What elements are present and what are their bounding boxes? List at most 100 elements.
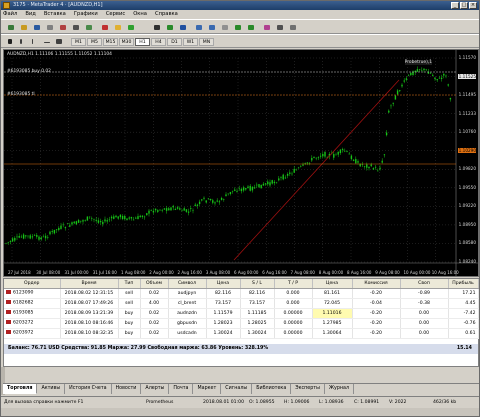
- col-price[interactable]: Цена: [312, 279, 353, 289]
- table-row[interactable]: 6193085 2018.08.09 13:21:39 buy 0.02 audnzdn…: [4, 308, 479, 319]
- metaeditor-icon[interactable]: [112, 22, 123, 32]
- table-row[interactable]: 6182682 2018.08.07 17:49:26 sell 4.00 cl_bre…: [4, 298, 479, 309]
- candle-body: [425, 69, 427, 71]
- menu-charts[interactable]: Графики: [74, 10, 98, 19]
- bar-chart-icon[interactable]: [151, 22, 162, 32]
- zoom-in-icon[interactable]: [193, 22, 204, 32]
- candle-body: [335, 154, 337, 156]
- candle-body: [168, 208, 170, 211]
- candle-body: [214, 202, 216, 204]
- col-symbol[interactable]: Символ: [168, 279, 207, 289]
- candle-body: [187, 211, 190, 213]
- candle-body: [25, 235, 27, 237]
- maximize-button[interactable]: □: [460, 2, 468, 9]
- tab-mailbox[interactable]: Почта: [169, 384, 194, 394]
- time-tick-label: 10 Aug 00:00: [403, 270, 431, 275]
- timeframe-h4[interactable]: H4: [151, 38, 166, 46]
- periods-icon[interactable]: [274, 22, 285, 32]
- col-sl[interactable]: S / L: [240, 279, 275, 289]
- zoom-out-icon[interactable]: [206, 22, 217, 32]
- col-type[interactable]: Тип: [118, 279, 141, 289]
- candle-body: [280, 177, 282, 178]
- candle-body: [229, 191, 232, 195]
- close-button[interactable]: ×: [469, 2, 477, 9]
- col-tp[interactable]: T / P: [274, 279, 313, 289]
- timeframe-mn[interactable]: MN: [199, 38, 214, 46]
- autotrading-icon[interactable]: [125, 22, 136, 32]
- price-tick-label: 1.10760: [458, 129, 476, 135]
- new-chart-icon[interactable]: [5, 22, 16, 32]
- candle-body: [198, 201, 201, 204]
- tab-exposure[interactable]: Активы: [37, 384, 66, 394]
- col-volume[interactable]: Объем: [140, 279, 169, 289]
- status-close: C: 1.08991: [354, 400, 380, 405]
- chart-canvas[interactable]: [4, 50, 478, 276]
- table-cell: 0.000: [274, 298, 313, 309]
- tab-news[interactable]: Новости: [112, 384, 142, 394]
- menu-insert[interactable]: Вставка: [44, 10, 66, 19]
- profiles-icon[interactable]: [18, 22, 29, 32]
- price-tick-label: 1.09820: [458, 166, 476, 172]
- crosshair-icon[interactable]: [17, 36, 28, 46]
- tab-library[interactable]: Библиотека: [252, 384, 292, 394]
- menu-help[interactable]: Справка: [155, 10, 178, 19]
- candle-body: [220, 197, 223, 200]
- candle-body: [110, 216, 113, 219]
- timeframe-m1[interactable]: M1: [71, 38, 86, 46]
- candle-body: [139, 215, 141, 218]
- candle-body: [170, 207, 172, 211]
- table-row[interactable]: 6203972 2018.08.10 08:32:35 buy 0.02 usdcadn…: [4, 328, 479, 339]
- col-time[interactable]: Время: [60, 279, 119, 289]
- timeframe-m15[interactable]: M15: [103, 38, 118, 46]
- table-row[interactable]: 6123090 2018.08.02 12:31:15 sell 0.02 audjpy…: [4, 288, 479, 299]
- order-id: 6123090: [13, 290, 34, 296]
- time-tick-label: 6 Aug 16:00: [262, 270, 287, 275]
- col-profit[interactable]: Прибыль: [448, 279, 479, 289]
- balance-summary-row[interactable]: Баланс: 76.71 USD Средства: 91.85 Маржа:…: [4, 344, 478, 354]
- indicators-icon[interactable]: [261, 22, 272, 32]
- vertical-line-icon[interactable]: [29, 36, 40, 46]
- tester-icon[interactable]: [83, 22, 94, 32]
- data-window-icon[interactable]: [44, 22, 55, 32]
- templates-icon[interactable]: [287, 22, 298, 32]
- terminal-icon[interactable]: [70, 22, 81, 32]
- menu-view[interactable]: Вид: [25, 10, 36, 19]
- col-swap[interactable]: Своп: [400, 279, 449, 289]
- table-row[interactable]: 6203272 2018.08.10 08:16:46 buy 0.02 gbpusdn…: [4, 318, 479, 329]
- new-order-icon[interactable]: [99, 22, 110, 32]
- autoscroll-icon[interactable]: [232, 22, 243, 32]
- timeframe-w1[interactable]: W1: [183, 38, 198, 46]
- navigator-icon[interactable]: [57, 22, 68, 32]
- horizontal-line-icon[interactable]: [41, 36, 52, 46]
- tab-market[interactable]: Маркет: [193, 384, 222, 394]
- chart-shift-icon[interactable]: [245, 22, 256, 32]
- menu-tools[interactable]: Сервис: [106, 10, 125, 19]
- tab-account-history[interactable]: История Счета: [65, 384, 112, 394]
- col-open-price[interactable]: Цена: [206, 279, 241, 289]
- tab-journal[interactable]: Журнал: [325, 384, 355, 394]
- tile-windows-icon[interactable]: [219, 22, 230, 32]
- tab-trade[interactable]: Торговля: [3, 384, 38, 394]
- tab-signals[interactable]: Сигналы: [221, 384, 253, 394]
- col-commission[interactable]: Комиссия: [352, 279, 401, 289]
- tab-alerts[interactable]: Алерты: [141, 384, 170, 394]
- tab-experts[interactable]: Эксперты: [291, 384, 325, 394]
- minimize-button[interactable]: _: [451, 2, 459, 9]
- timeframe-m5[interactable]: M5: [87, 38, 102, 46]
- timeframe-m30[interactable]: M30: [119, 38, 134, 46]
- timeframe-d1[interactable]: D1: [167, 38, 182, 46]
- col-order[interactable]: Ордер: [4, 279, 61, 289]
- candle-body: [242, 187, 245, 191]
- candlestick-icon[interactable]: [164, 22, 175, 32]
- table-cell: 0.00000: [274, 318, 313, 329]
- trendline-icon[interactable]: [53, 36, 64, 46]
- menu-window[interactable]: Окна: [133, 10, 147, 19]
- table-cell: 0.00: [400, 308, 449, 319]
- candle-body: [447, 84, 449, 86]
- menu-file[interactable]: Файл: [3, 10, 17, 19]
- line-chart-icon[interactable]: [177, 22, 188, 32]
- market-watch-icon[interactable]: [31, 22, 42, 32]
- price-chart[interactable]: AUDNZD,H1 1.11106 1.11155 1.11052 1.1110…: [3, 49, 479, 277]
- timeframe-h1[interactable]: H1: [135, 38, 150, 46]
- cursor-icon[interactable]: [5, 36, 16, 46]
